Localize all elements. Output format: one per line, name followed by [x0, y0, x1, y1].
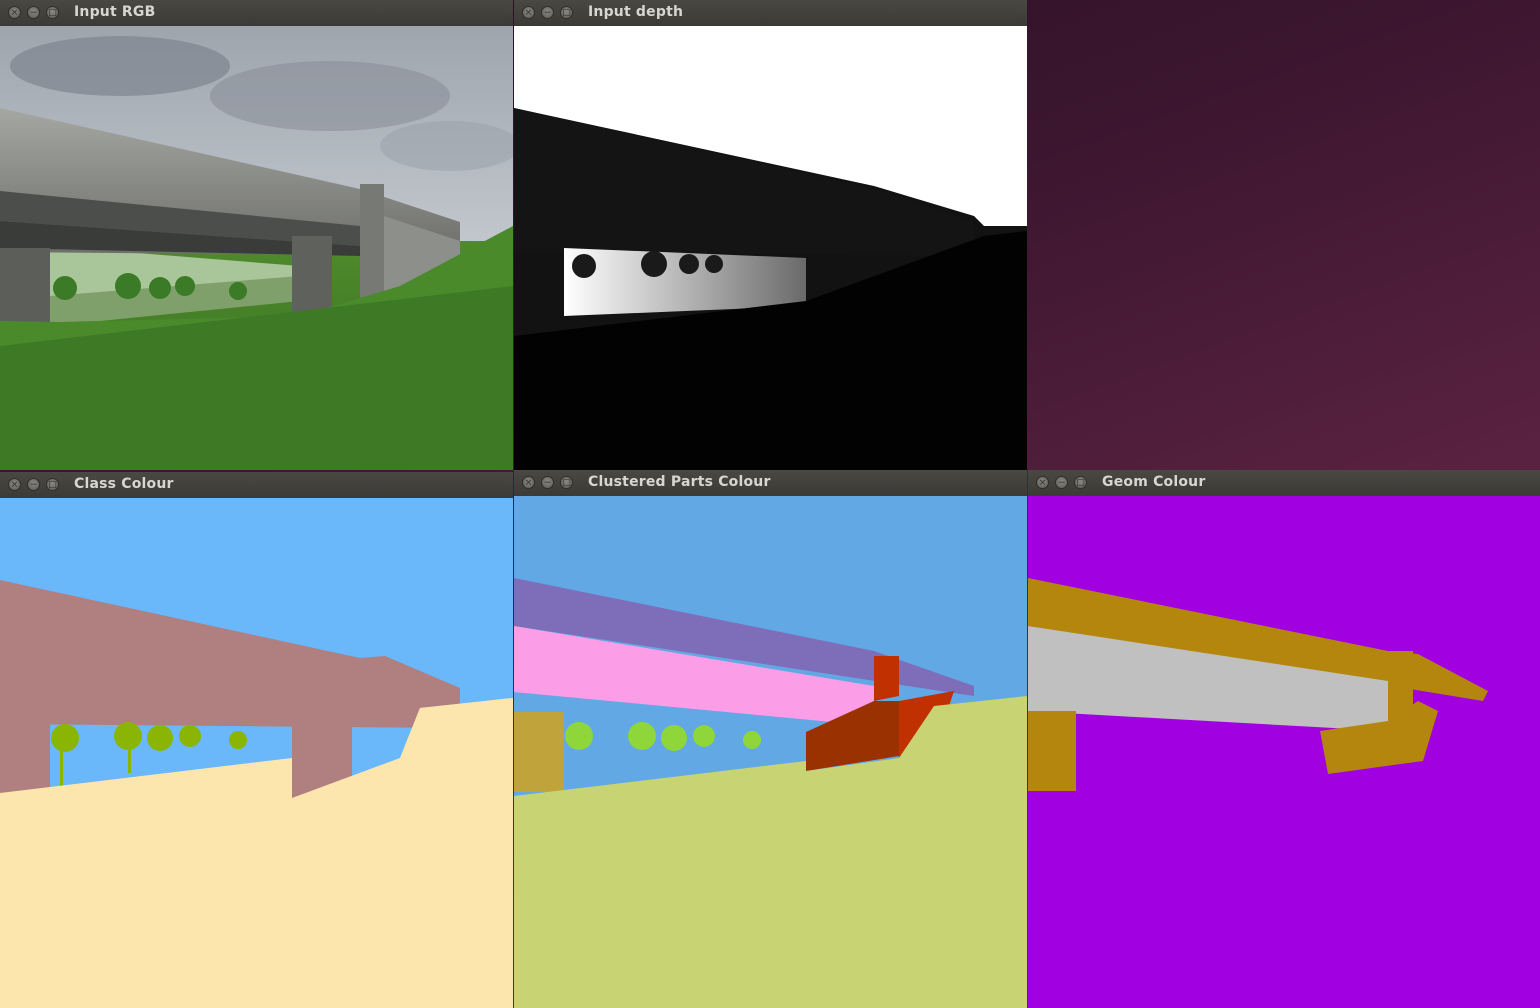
titlebar-input-depth[interactable]: × − □ Input depth: [514, 0, 1027, 27]
maximize-icon[interactable]: □: [46, 478, 59, 491]
image-input-depth: [514, 26, 1027, 470]
window-title: Class Colour: [74, 476, 174, 492]
minimize-icon[interactable]: −: [541, 476, 554, 489]
window-class-colour[interactable]: × − □ Class Colour: [0, 472, 513, 1008]
maximize-icon[interactable]: □: [1074, 476, 1087, 489]
window-input-rgb[interactable]: × − □ Input RGB: [0, 0, 513, 470]
window-geom-colour[interactable]: × − □ Geom Colour: [1028, 470, 1540, 1008]
titlebar-geom-colour[interactable]: × − □ Geom Colour: [1028, 470, 1540, 497]
window-title: Clustered Parts Colour: [588, 474, 771, 490]
image-geom-colour: [1028, 496, 1540, 1008]
minimize-icon[interactable]: −: [541, 6, 554, 19]
close-icon[interactable]: ×: [1036, 476, 1049, 489]
window-title: Input depth: [588, 4, 684, 20]
titlebar-input-rgb[interactable]: × − □ Input RGB: [0, 0, 513, 27]
window-clustered-parts-colour[interactable]: × − □ Clustered Parts Colour: [514, 470, 1027, 1008]
maximize-icon[interactable]: □: [560, 476, 573, 489]
close-icon[interactable]: ×: [522, 476, 535, 489]
image-clustered-parts-colour: [514, 496, 1027, 1008]
image-class-colour: [0, 498, 513, 1008]
image-input-rgb: [0, 26, 513, 470]
minimize-icon[interactable]: −: [27, 478, 40, 491]
maximize-icon[interactable]: □: [560, 6, 573, 19]
maximize-icon[interactable]: □: [46, 6, 59, 19]
minimize-icon[interactable]: −: [27, 6, 40, 19]
window-input-depth[interactable]: × − □ Input depth: [514, 0, 1027, 470]
window-title: Geom Colour: [1102, 474, 1206, 490]
close-icon[interactable]: ×: [522, 6, 535, 19]
close-icon[interactable]: ×: [8, 478, 21, 491]
titlebar-clustered-parts-colour[interactable]: × − □ Clustered Parts Colour: [514, 470, 1027, 497]
minimize-icon[interactable]: −: [1055, 476, 1068, 489]
window-title: Input RGB: [74, 4, 156, 20]
close-icon[interactable]: ×: [8, 6, 21, 19]
titlebar-class-colour[interactable]: × − □ Class Colour: [0, 472, 513, 499]
